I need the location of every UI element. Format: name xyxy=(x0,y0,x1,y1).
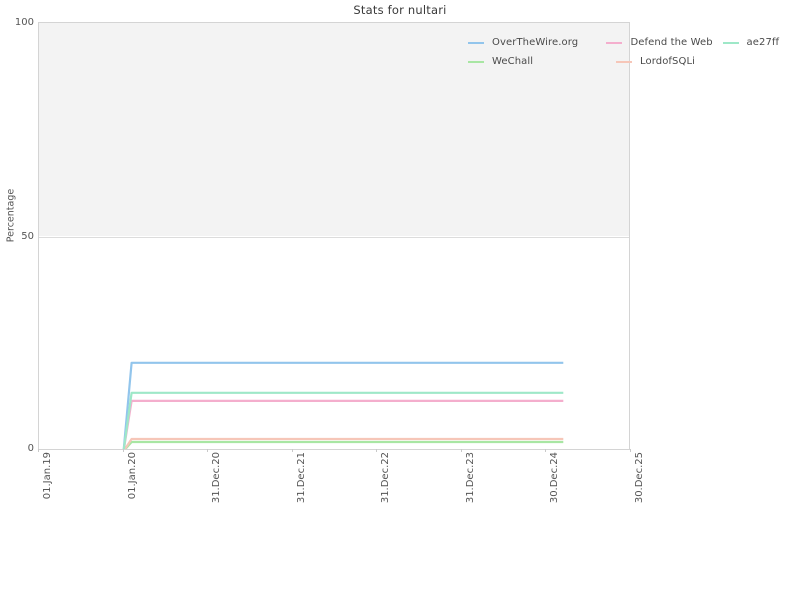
x-tick-label: 31.Dec.22 xyxy=(380,452,391,504)
series-line xyxy=(122,361,564,449)
x-tick-label: 31.Dec.23 xyxy=(465,452,476,504)
series-line xyxy=(123,437,564,449)
x-tick-mark xyxy=(123,449,124,452)
legend-swatch-icon xyxy=(468,60,484,63)
x-tick-mark xyxy=(292,449,293,452)
series-line xyxy=(123,440,564,449)
legend-item[interactable]: OverTheWire.org xyxy=(468,37,606,48)
legend-item[interactable]: LordofSQLi xyxy=(616,56,740,67)
series-lines xyxy=(122,361,564,449)
x-tick-mark xyxy=(38,449,39,452)
legend-label: WeChall xyxy=(492,56,534,67)
x-tick-label: 30.Dec.24 xyxy=(549,452,560,504)
plot-area xyxy=(38,22,630,450)
x-tick-mark xyxy=(376,449,377,452)
chart-title: Stats for nultari xyxy=(353,3,447,17)
legend-swatch-icon xyxy=(468,41,484,44)
y-axis: 100 50 0 Percentage xyxy=(0,0,35,472)
x-tick-mark xyxy=(207,449,208,452)
y-tick-label-0: 0 xyxy=(27,443,34,454)
x-tick-mark xyxy=(461,449,462,452)
legend-item[interactable]: Defend the Web xyxy=(606,37,722,48)
legend-label: ae27ff xyxy=(746,37,780,48)
x-tick-label: 31.Dec.20 xyxy=(211,452,222,504)
x-tick-mark xyxy=(630,449,631,452)
y-axis-title: Percentage xyxy=(5,188,17,243)
x-tick-mark xyxy=(545,449,546,452)
y-tick-label-100: 100 xyxy=(14,17,34,28)
legend-swatch-icon xyxy=(722,41,739,44)
chart-container: Stats for nultari 100 50 0 Percentage 01… xyxy=(0,0,800,600)
chart-legend: OverTheWire.org Defend the Web ae27ff WeCha… xyxy=(468,33,788,71)
legend-item[interactable]: WeChall xyxy=(468,56,616,67)
x-axis: 01.Jan.19 01.Jan.20 31.Dec.20 31.Dec.21 31.D… xyxy=(38,449,645,532)
legend-swatch-icon xyxy=(616,60,632,63)
x-tick-label: 01.Jan.19 xyxy=(42,452,53,500)
legend-row: WeChall LordofSQLi xyxy=(468,52,788,71)
legend-swatch-icon xyxy=(606,41,623,44)
x-tick-label: 30.Dec.25 xyxy=(634,452,645,504)
legend-row: OverTheWire.org Defend the Web ae27ff xyxy=(468,33,788,52)
x-tick-label: 01.Jan.20 xyxy=(127,452,138,500)
legend-item[interactable]: ae27ff xyxy=(722,37,789,48)
legend-label: LordofSQLi xyxy=(640,56,696,67)
x-tick-label: 31.Dec.21 xyxy=(296,452,307,504)
legend-label: OverTheWire.org xyxy=(492,37,579,48)
legend-label: Defend the Web xyxy=(630,37,713,48)
